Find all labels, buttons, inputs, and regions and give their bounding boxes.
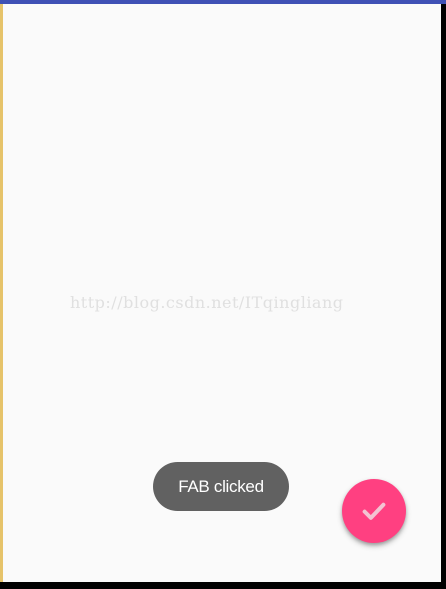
watermark-text: http://blog.csdn.net/ITqingliang — [70, 293, 344, 312]
app-screen: http://blog.csdn.net/ITqingliang FAB cli… — [0, 0, 446, 589]
toast: FAB clicked — [153, 462, 289, 511]
toast-message: FAB clicked — [178, 476, 264, 496]
check-icon — [362, 502, 386, 520]
fab-button[interactable] — [342, 479, 406, 543]
